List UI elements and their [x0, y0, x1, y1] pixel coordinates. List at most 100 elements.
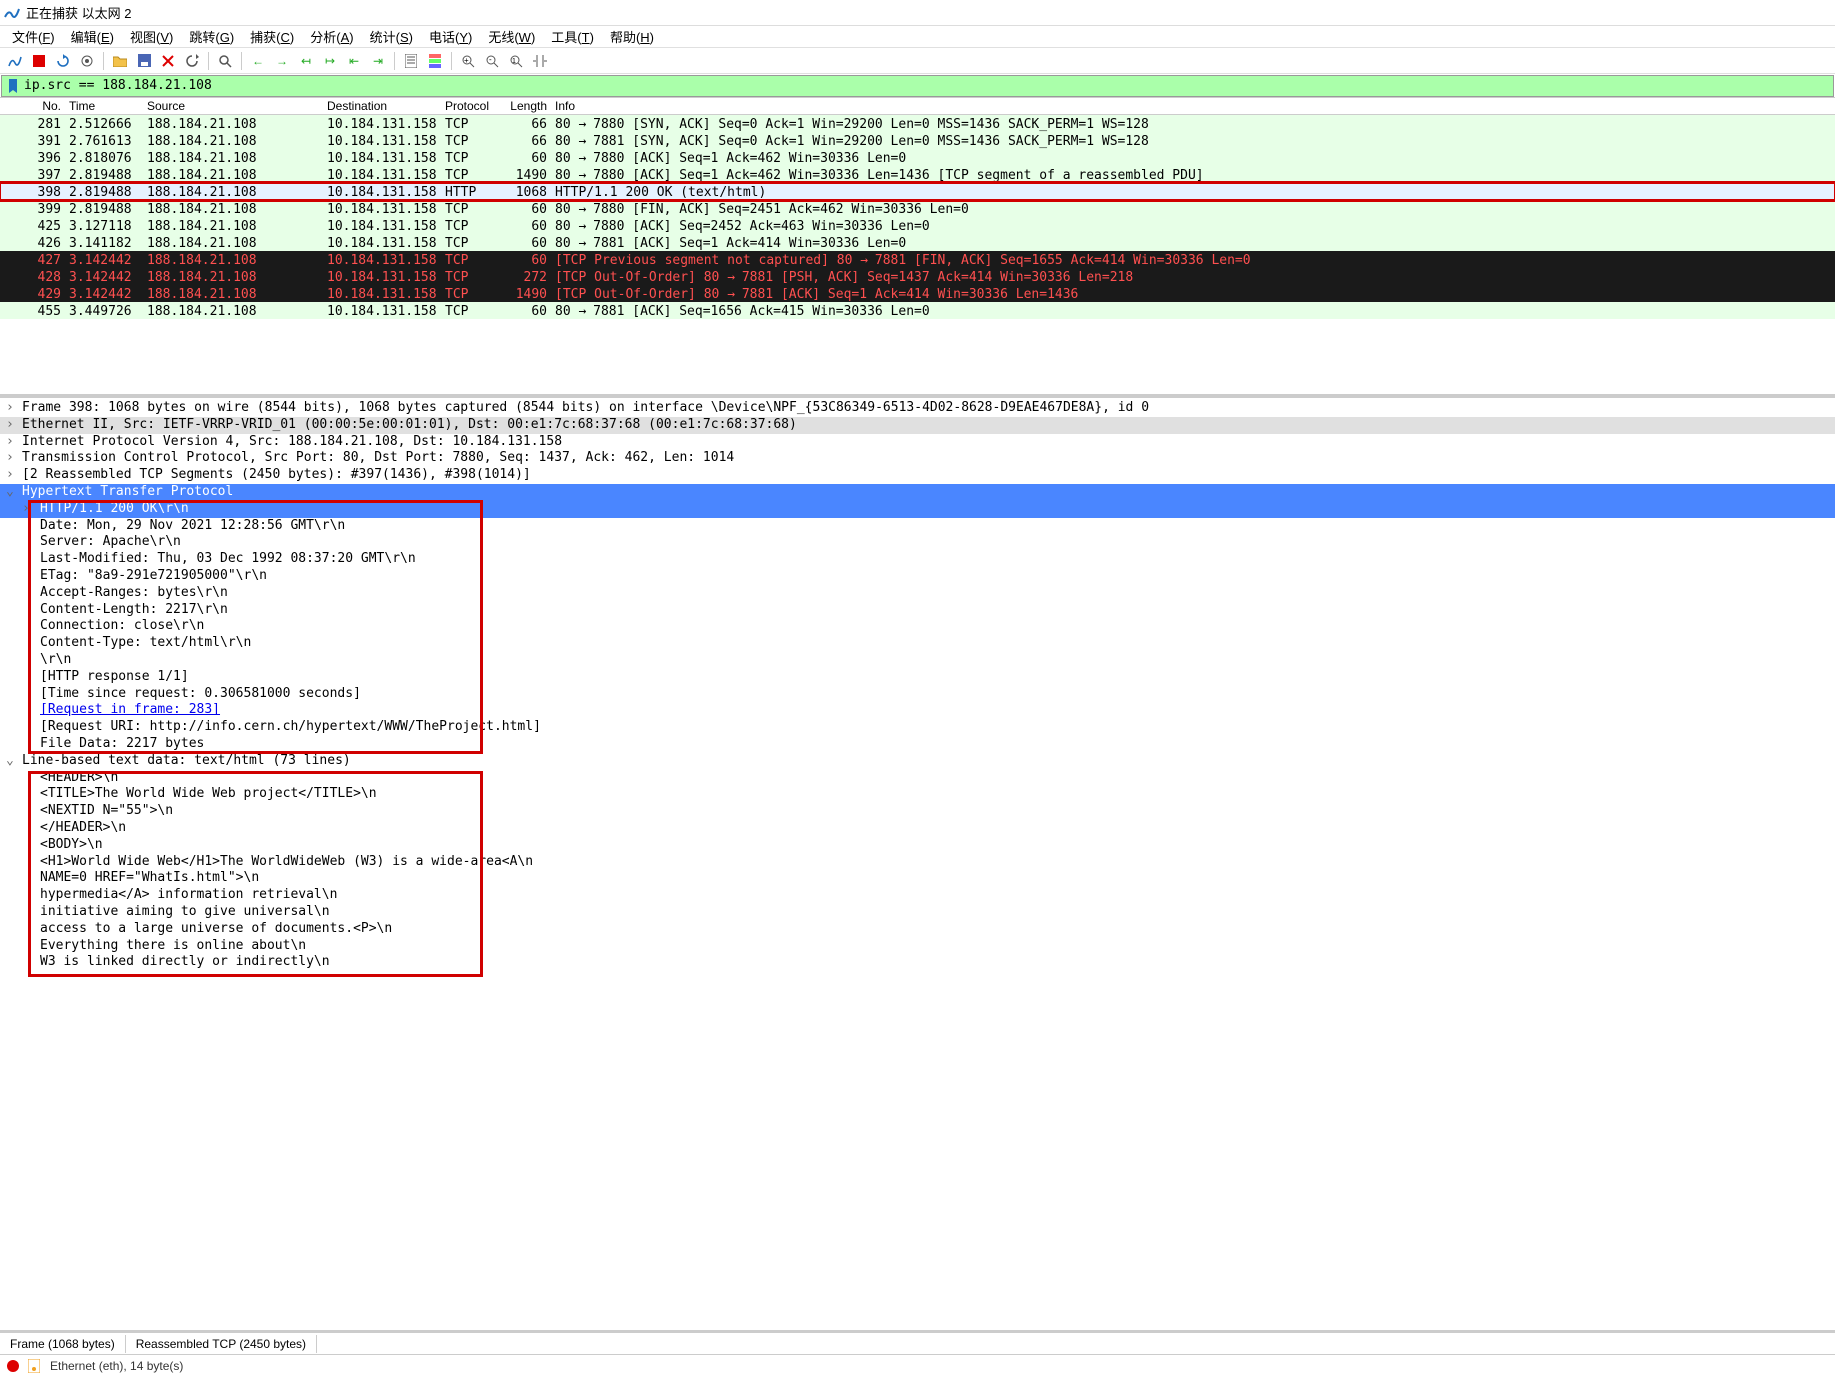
bookmark-icon[interactable] [6, 79, 20, 93]
toolbar-prev-packet[interactable]: ← [247, 50, 269, 72]
detail-body-line[interactable]: <BODY>\n [0, 837, 1835, 854]
toolbar-colorize[interactable] [424, 50, 446, 72]
packet-row[interactable]: 4553.449726188.184.21.10810.184.131.158T… [0, 302, 1835, 319]
detail-body-line[interactable]: W3 is linked directly or indirectly\n [0, 954, 1835, 971]
col-no[interactable]: No. [0, 98, 65, 114]
detail-body-line[interactable]: <TITLE>The World Wide Web project</TITLE… [0, 786, 1835, 803]
collapse-icon[interactable]: ⌄ [6, 484, 14, 501]
toolbar-open[interactable] [109, 50, 131, 72]
col-info[interactable]: Info [551, 98, 1835, 114]
detail-http-line[interactable]: Last-Modified: Thu, 03 Dec 1992 08:37:20… [0, 551, 1835, 568]
packet-row[interactable]: 4283.142442188.184.21.10810.184.131.158T… [0, 268, 1835, 285]
menu-item[interactable]: 无线(W) [480, 25, 543, 48]
packet-row[interactable]: 4253.127118188.184.21.10810.184.131.158T… [0, 217, 1835, 234]
toolbar-zoom-out[interactable]: - [481, 50, 503, 72]
detail-http-header[interactable]: ⌄Hypertext Transfer Protocol [0, 484, 1835, 501]
menu-item[interactable]: 电话(Y) [421, 25, 480, 48]
detail-http-line[interactable]: [Request URI: http://info.cern.ch/hypert… [0, 719, 1835, 736]
detail-body-line[interactable]: hypermedia</A> information retrieval\n [0, 887, 1835, 904]
detail-http-line[interactable]: [HTTP response 1/1] [0, 669, 1835, 686]
toolbar-zoom-reset[interactable]: 1 [505, 50, 527, 72]
packet-details-pane[interactable]: ›Frame 398: 1068 bytes on wire (8544 bit… [0, 398, 1835, 1333]
toolbar-close[interactable] [157, 50, 179, 72]
detail-http-line[interactable]: \r\n [0, 652, 1835, 669]
toolbar-next-packet[interactable]: → [271, 50, 293, 72]
detail-http-line[interactable]: [Request in frame: 283] [0, 702, 1835, 719]
menu-item[interactable]: 分析(A) [302, 25, 361, 48]
toolbar-resize-cols[interactable] [529, 50, 551, 72]
detail-http-line[interactable]: Server: Apache\r\n [0, 534, 1835, 551]
capture-file-icon[interactable] [28, 1359, 42, 1373]
packet-list-pane[interactable]: No. Time Source Destination Protocol Len… [0, 98, 1835, 398]
col-protocol[interactable]: Protocol [441, 98, 496, 114]
detail-body-line[interactable]: initiative aiming to give universal\n [0, 904, 1835, 921]
col-length[interactable]: Length [496, 98, 551, 114]
packet-list-header[interactable]: No. Time Source Destination Protocol Len… [0, 98, 1835, 115]
menu-item[interactable]: 捕获(C) [242, 25, 302, 48]
menu-item[interactable]: 工具(T) [543, 25, 602, 48]
tab-frame-bytes[interactable]: Frame (1068 bytes) [0, 1335, 126, 1353]
detail-body-line[interactable]: NAME=0 HREF="WhatIs.html">\n [0, 870, 1835, 887]
detail-http-line[interactable]: File Data: 2217 bytes [0, 736, 1835, 753]
toolbar-stop-capture[interactable] [28, 50, 50, 72]
packet-row[interactable]: 3912.761613188.184.21.10810.184.131.158T… [0, 132, 1835, 149]
collapse-icon[interactable]: ⌄ [6, 753, 14, 770]
expand-icon[interactable]: › [6, 450, 14, 467]
menu-item[interactable]: 跳转(G) [181, 25, 242, 48]
detail-http-line[interactable]: [Time since request: 0.306581000 seconds… [0, 686, 1835, 703]
expand-icon[interactable]: › [22, 501, 30, 518]
detail-body-line[interactable]: access to a large universe of documents.… [0, 921, 1835, 938]
filter-input-wrapper[interactable] [1, 75, 1834, 97]
detail-http-line[interactable]: Date: Mon, 29 Nov 2021 12:28:56 GMT\r\n [0, 518, 1835, 535]
detail-http-line[interactable]: Connection: close\r\n [0, 618, 1835, 635]
packet-row[interactable]: 3992.819488188.184.21.10810.184.131.158T… [0, 200, 1835, 217]
toolbar-last[interactable]: ⇥ [367, 50, 389, 72]
expand-icon[interactable]: › [6, 434, 14, 451]
menu-item[interactable]: 统计(S) [362, 25, 421, 48]
detail-body-line[interactable]: Everything there is online about\n [0, 938, 1835, 955]
detail-frame[interactable]: ›Frame 398: 1068 bytes on wire (8544 bit… [0, 400, 1835, 417]
detail-http-line[interactable]: Accept-Ranges: bytes\r\n [0, 585, 1835, 602]
detail-line-data-header[interactable]: ⌄Line-based text data: text/html (73 lin… [0, 753, 1835, 770]
detail-body-line[interactable]: <HEADER>\n [0, 770, 1835, 787]
expert-info-icon[interactable] [6, 1359, 20, 1373]
packet-row[interactable]: 3962.818076188.184.21.10810.184.131.158T… [0, 149, 1835, 166]
toolbar-jump-prev[interactable]: ↤ [295, 50, 317, 72]
packet-row[interactable]: 2812.512666188.184.21.10810.184.131.158T… [0, 115, 1835, 132]
expand-icon[interactable]: › [6, 400, 14, 417]
detail-reassembled[interactable]: ›[2 Reassembled TCP Segments (2450 bytes… [0, 467, 1835, 484]
detail-http-line[interactable]: Content-Type: text/html\r\n [0, 635, 1835, 652]
detail-body-line[interactable]: <H1>World Wide Web</H1>The WorldWideWeb … [0, 854, 1835, 871]
detail-body-line[interactable]: <NEXTID N="55">\n [0, 803, 1835, 820]
detail-ethernet[interactable]: ›Ethernet II, Src: IETF-VRRP-VRID_01 (00… [0, 417, 1835, 434]
packet-row[interactable]: 4263.141182188.184.21.10810.184.131.158T… [0, 234, 1835, 251]
toolbar-zoom-in[interactable]: + [457, 50, 479, 72]
toolbar-first[interactable]: ⇤ [343, 50, 365, 72]
col-destination[interactable]: Destination [323, 98, 441, 114]
toolbar-save[interactable] [133, 50, 155, 72]
packet-row[interactable]: 3972.819488188.184.21.10810.184.131.158T… [0, 166, 1835, 183]
menu-item[interactable]: 帮助(H) [602, 25, 662, 48]
detail-http-line[interactable]: ETag: "8a9-291e721905000"\r\n [0, 568, 1835, 585]
menu-item[interactable]: 编辑(E) [63, 25, 122, 48]
detail-ip[interactable]: ›Internet Protocol Version 4, Src: 188.1… [0, 434, 1835, 451]
packet-row[interactable]: 4273.142442188.184.21.10810.184.131.158T… [0, 251, 1835, 268]
toolbar-options[interactable] [76, 50, 98, 72]
toolbar-jump-next[interactable]: ↦ [319, 50, 341, 72]
col-source[interactable]: Source [143, 98, 323, 114]
packet-row[interactable]: 3982.819488188.184.21.10810.184.131.158H… [0, 183, 1835, 200]
menu-item[interactable]: 文件(F) [4, 25, 63, 48]
toolbar-find[interactable] [214, 50, 236, 72]
col-time[interactable]: Time [65, 98, 143, 114]
detail-tcp[interactable]: ›Transmission Control Protocol, Src Port… [0, 450, 1835, 467]
tab-reassembled-bytes[interactable]: Reassembled TCP (2450 bytes) [126, 1335, 317, 1353]
toolbar-autoscroll[interactable] [400, 50, 422, 72]
detail-http-line[interactable]: ›HTTP/1.1 200 OK\r\n [0, 501, 1835, 518]
packet-row[interactable]: 4293.142442188.184.21.10810.184.131.158T… [0, 285, 1835, 302]
detail-body-line[interactable]: </HEADER>\n [0, 820, 1835, 837]
toolbar-restart-capture[interactable] [52, 50, 74, 72]
menu-item[interactable]: 视图(V) [122, 25, 181, 48]
expand-icon[interactable]: › [6, 467, 14, 484]
toolbar-reload[interactable] [181, 50, 203, 72]
expand-icon[interactable]: › [6, 417, 14, 434]
